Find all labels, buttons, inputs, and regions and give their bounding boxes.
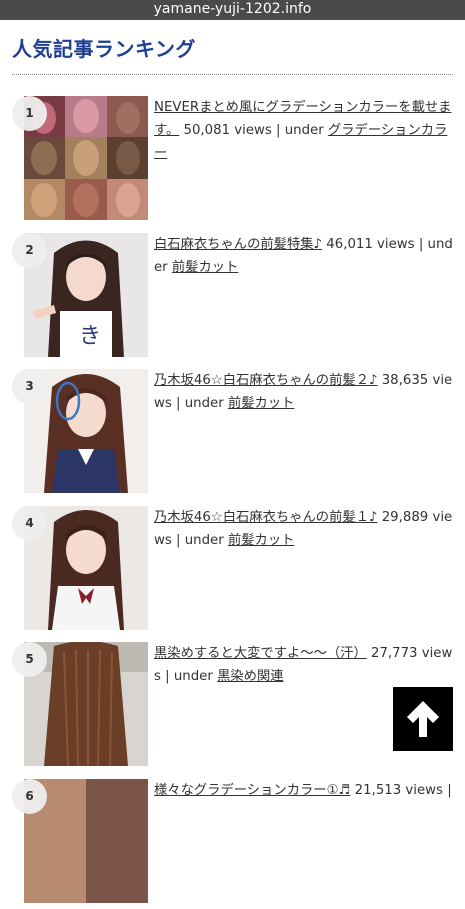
category-link[interactable]: 前髪カット <box>228 396 294 411</box>
rank-badge: 2 <box>12 233 47 268</box>
arrow-up-icon <box>407 701 439 737</box>
ranking-item: 3 乃木坂46☆白石麻衣ちゃんの前髪２♪ 38,635 views | unde… <box>0 369 465 499</box>
category-link[interactable]: 黒染め関連 <box>217 669 283 684</box>
rank-badge: 5 <box>12 642 47 677</box>
post-title-link[interactable]: 乃木坂46☆白石麻衣ちゃんの前髪１♪ <box>154 510 377 525</box>
view-count: 50,081 views <box>183 123 272 138</box>
ranking-item-text: NEVERまとめ風にグラデーションカラーを載せます。 50,081 views … <box>154 96 454 165</box>
url-text: yamane-yuji-1202.info <box>153 1 312 17</box>
post-title-link[interactable]: 様々なグラデーションカラー①♬ <box>154 783 350 798</box>
back-to-top-button[interactable] <box>393 687 453 751</box>
ranking-item: き 2 白石麻衣ちゃんの前髪特集♪ 46,011 views | under 前… <box>0 233 465 363</box>
view-count: 21,513 views <box>354 783 443 798</box>
under-label: | under <box>276 123 324 138</box>
section-title: 人気記事ランキング <box>12 37 196 61</box>
dotted-divider <box>12 74 453 75</box>
category-link[interactable]: 前髪カット <box>172 260 238 275</box>
ranking-item: 1 NEVERまとめ風にグラデーションカラーを載せます。 50,081 view… <box>0 96 465 226</box>
under-label: | under <box>176 533 224 548</box>
browser-url-bar[interactable]: yamane-yuji-1202.info <box>0 0 465 20</box>
post-title-link[interactable]: 白石麻衣ちゃんの前髪特集♪ <box>154 237 322 252</box>
under-label: | under <box>165 669 213 684</box>
post-title-link[interactable]: 黒染めすると大変ですよ～～（汗） <box>154 646 367 661</box>
under-label: | under <box>176 396 224 411</box>
post-title-link[interactable]: 乃木坂46☆白石麻衣ちゃんの前髪２♪ <box>154 373 377 388</box>
under-label: | <box>447 783 452 798</box>
rank-badge: 4 <box>12 506 47 541</box>
rank-badge: 3 <box>12 369 47 404</box>
ranking-item-text: 様々なグラデーションカラー①♬ 21,513 views | <box>154 779 454 802</box>
ranking-item-text: 乃木坂46☆白石麻衣ちゃんの前髪２♪ 38,635 views | under … <box>154 369 454 415</box>
category-link[interactable]: 前髪カット <box>228 533 294 548</box>
rank-badge: 6 <box>12 779 47 814</box>
ranking-item: 6 様々なグラデーションカラー①♬ 21,513 views | <box>0 779 465 909</box>
ranking-item: 4 乃木坂46☆白石麻衣ちゃんの前髪１♪ 29,889 views | unde… <box>0 506 465 636</box>
svg-text:き: き <box>79 324 101 349</box>
rank-badge: 1 <box>12 96 47 131</box>
ranking-item-text: 黒染めすると大変ですよ～～（汗） 27,773 views | under 黒染… <box>154 642 454 688</box>
ranking-item-text: 白石麻衣ちゃんの前髪特集♪ 46,011 views | under 前髪カット <box>154 233 454 279</box>
ranking-item-text: 乃木坂46☆白石麻衣ちゃんの前髪１♪ 29,889 views | under … <box>154 506 454 552</box>
view-count: 46,011 views <box>326 237 415 252</box>
